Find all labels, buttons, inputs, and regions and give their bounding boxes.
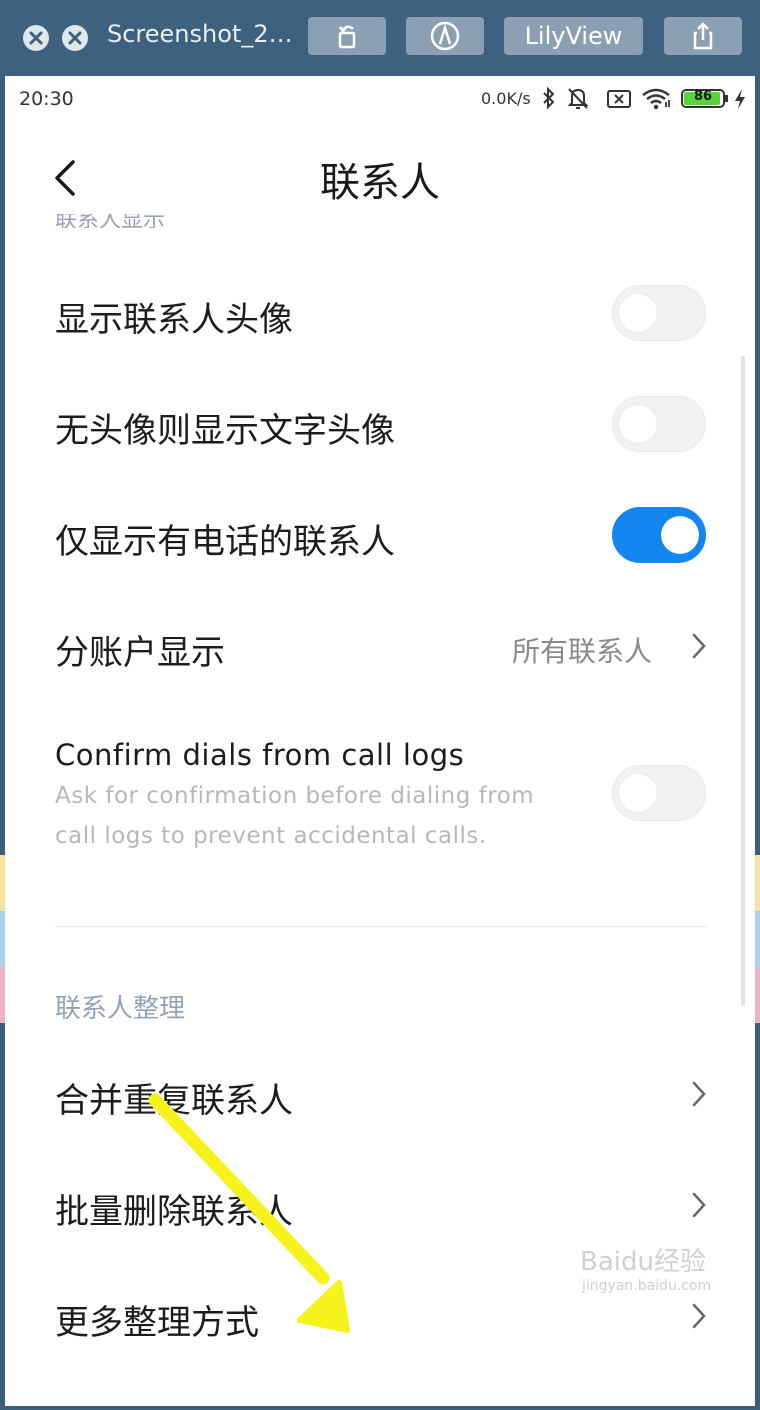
background-stripe [755, 911, 760, 967]
lilyview-button[interactable]: LilyView [504, 17, 643, 55]
markup-icon [430, 21, 460, 51]
close-icon[interactable] [23, 25, 49, 51]
background-stripe [755, 967, 760, 1023]
viewer-toolbar: Screenshot_2… LilyView [0, 0, 760, 76]
annotation-arrow [148, 1093, 350, 1333]
baidu-watermark: Baidu经验 jingyan.baidu.com [580, 1241, 711, 1294]
watermark-url: jingyan.baidu.com [582, 1278, 712, 1294]
minimize-icon[interactable] [62, 25, 88, 51]
watermark-brand-2: du [621, 1247, 654, 1277]
watermark-brand: Bai [580, 1247, 621, 1277]
phone-screen: 20:30 0.0K/s 86 联系人 联系人显示 显示联系人头像 无头像则显示… [5, 76, 755, 1406]
markup-button[interactable] [406, 17, 484, 55]
share-icon [693, 22, 713, 50]
window-title: Screenshot_2… [107, 20, 293, 48]
rotate-button[interactable] [308, 17, 386, 55]
background-stripe [755, 855, 760, 911]
share-button[interactable] [664, 17, 742, 55]
rotate-icon [338, 25, 356, 49]
watermark-product: 经验 [653, 1247, 706, 1277]
